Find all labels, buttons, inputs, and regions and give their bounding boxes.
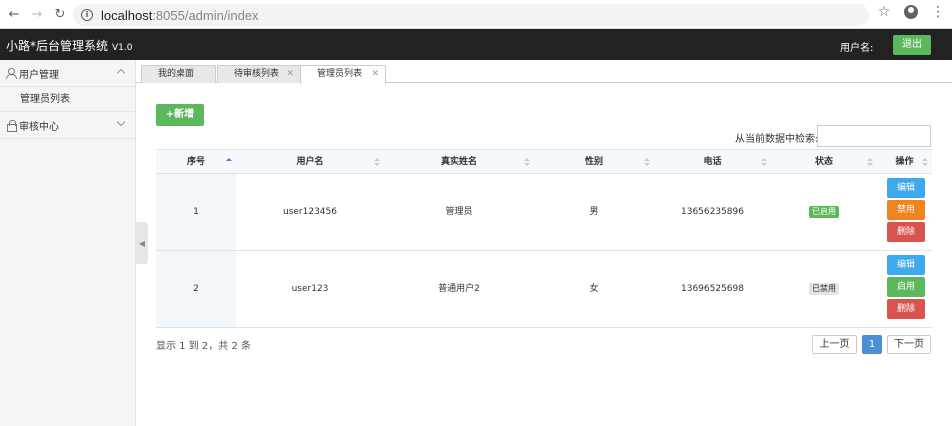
sort-icon	[374, 158, 380, 167]
column-header-gender[interactable]: 性别	[534, 150, 654, 175]
forward-icon[interactable]: →	[28, 5, 46, 23]
status-badge: 已启用	[809, 205, 839, 218]
tab-label: 待审核列表	[234, 69, 280, 79]
cell-index: 2	[193, 284, 199, 294]
chevron-down-icon	[116, 117, 126, 127]
search-label: 从当前数据中检索:	[735, 134, 819, 145]
sidebar-collapse-handle[interactable]: ◀	[136, 222, 148, 264]
cell-gender: 女	[589, 284, 599, 294]
tab-admin-list[interactable]: 管理员列表 ✕	[300, 65, 386, 84]
sidebar-item-admin-list[interactable]: 管理员列表	[0, 87, 135, 112]
tab-my-desktop[interactable]: 我的桌面	[141, 65, 216, 83]
chevron-left-icon: ◀	[138, 238, 146, 248]
cell-status: 已启用	[771, 174, 877, 250]
column-label: 用户名	[296, 157, 324, 167]
cell-username: user123	[291, 284, 329, 294]
sidebar-group-label: 用户管理	[19, 69, 59, 81]
column-label: 序号	[186, 157, 205, 167]
user-icon	[6, 68, 17, 79]
cell-index: 1	[193, 207, 199, 217]
column-header-index[interactable]: 序号	[156, 150, 236, 175]
lock-icon	[6, 120, 17, 132]
sidebar-group-label: 审核中心	[19, 121, 59, 133]
table-row: 2 user123 普通用户2 女 13696525698 已禁用 编辑 启用 …	[156, 251, 932, 328]
next-page-button[interactable]: 下一页	[887, 335, 931, 354]
bookmark-star-icon[interactable]: ☆	[876, 4, 892, 20]
back-icon[interactable]: ←	[5, 5, 23, 23]
tab-pending-review[interactable]: 待审核列表 ✕	[217, 65, 301, 83]
tab-label: 我的桌面	[158, 69, 195, 79]
reload-icon[interactable]: ↻	[51, 5, 69, 23]
cell-status: 已禁用	[771, 251, 877, 327]
brand-name: 小路*后台管理系统	[6, 39, 109, 53]
edit-button[interactable]: 编辑	[887, 178, 925, 198]
cell-gender: 男	[589, 207, 599, 217]
tab-label: 管理员列表	[317, 69, 363, 79]
add-button[interactable]: +新增	[156, 104, 204, 126]
page-1-button[interactable]: 1	[862, 335, 882, 354]
disable-button[interactable]: 禁用	[887, 200, 925, 220]
brand-version: V1.0	[112, 43, 133, 53]
column-label: 真实姓名	[440, 157, 477, 167]
sidebar: 用户管理 管理员列表 审核中心	[0, 60, 136, 426]
logout-button[interactable]: 退出	[893, 35, 931, 55]
url-text: localhost:8055/admin/index	[101, 8, 259, 23]
brand-title: 小路*后台管理系统 V1.0	[6, 37, 133, 54]
cell-realname: 普通用户2	[438, 284, 480, 294]
admin-table: 序号 用户名 真实姓名 性别 电话 状态 操作 1 user123456 管理员…	[156, 149, 932, 328]
prev-page-button[interactable]: 上一页	[812, 335, 857, 354]
address-bar[interactable]: i localhost:8055/admin/index	[73, 4, 869, 26]
delete-button[interactable]: 删除	[887, 222, 925, 242]
sort-asc-icon	[226, 158, 232, 167]
sort-icon	[761, 158, 767, 167]
cell-realname: 管理员	[445, 207, 473, 217]
column-label: 性别	[584, 157, 603, 167]
cell-username: user123456	[283, 207, 337, 217]
column-header-status[interactable]: 状态	[771, 150, 877, 175]
table-header: 序号 用户名 真实姓名 性别 电话 状态 操作	[156, 149, 932, 174]
pagination-summary: 显示 1 到 2，共 2 条	[156, 341, 251, 352]
close-icon[interactable]: ✕	[286, 66, 294, 82]
sort-icon	[524, 158, 530, 167]
chevron-up-icon	[116, 68, 126, 78]
column-header-actions[interactable]: 操作	[877, 150, 932, 175]
column-header-phone[interactable]: 电话	[654, 150, 771, 175]
column-label: 电话	[703, 157, 722, 167]
url-path: :8055/admin/index	[152, 7, 259, 23]
sort-icon	[922, 158, 928, 167]
column-header-username[interactable]: 用户名	[236, 150, 384, 175]
info-icon[interactable]: i	[81, 9, 93, 21]
enable-button[interactable]: 启用	[887, 277, 925, 297]
column-label: 操作	[895, 157, 914, 167]
sidebar-group-user-management[interactable]: 用户管理	[0, 60, 135, 87]
row-actions: 编辑 启用 删除	[887, 255, 925, 321]
url-host: localhost	[101, 7, 153, 23]
cell-phone: 13656235896	[681, 207, 744, 217]
edit-button[interactable]: 编辑	[887, 255, 925, 275]
profile-icon[interactable]	[904, 5, 918, 19]
sort-icon	[644, 158, 650, 167]
row-actions: 编辑 禁用 删除	[887, 178, 925, 244]
user-label: 用户名:	[840, 43, 874, 54]
column-header-realname[interactable]: 真实姓名	[384, 150, 534, 175]
more-menu-icon[interactable]: ⋮	[930, 4, 946, 20]
delete-button[interactable]: 删除	[887, 299, 925, 319]
column-label: 状态	[814, 157, 833, 167]
table-row: 1 user123456 管理员 男 13656235896 已启用 编辑 禁用…	[156, 174, 932, 251]
tab-bar: 我的桌面 待审核列表 ✕ 管理员列表 ✕	[136, 60, 952, 84]
cell-phone: 13696525698	[681, 284, 744, 294]
sidebar-group-review-center[interactable]: 审核中心	[0, 112, 135, 139]
app-header: 小路*后台管理系统 V1.0 用户名: 退出	[0, 29, 952, 60]
browser-toolbar: ← → ↻ i localhost:8055/admin/index ☆ ⋮	[0, 0, 952, 29]
search-input[interactable]	[817, 125, 931, 147]
close-icon[interactable]: ✕	[371, 66, 379, 82]
status-badge: 已禁用	[809, 282, 839, 295]
sort-icon	[867, 158, 873, 167]
